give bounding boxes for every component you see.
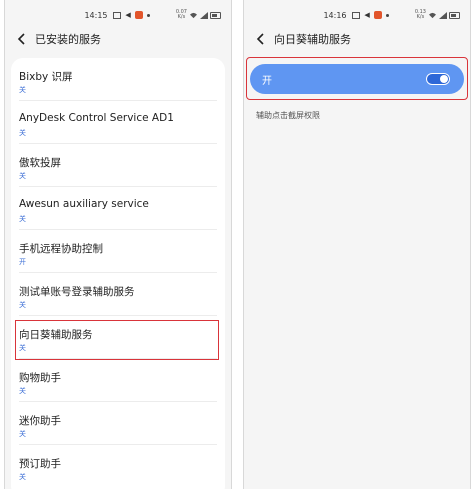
- page-title: 向日葵辅助服务: [274, 33, 351, 46]
- services-list: Bixby 识屏 关 AnyDesk Control Service AD1 关…: [11, 58, 225, 489]
- service-state: 关: [19, 430, 26, 438]
- status-time: 14:15: [84, 10, 108, 20]
- service-title: 测试单账号登录辅助服务: [19, 286, 135, 298]
- service-item-booking[interactable]: 预订助手 关: [11, 445, 225, 488]
- service-item-test-login[interactable]: 测试单账号登录辅助服务 关: [11, 273, 225, 316]
- wifi-icon: [429, 12, 436, 18]
- service-item-awesun[interactable]: Awesun auxiliary service 关: [11, 187, 225, 230]
- service-toggle-row[interactable]: 开: [250, 64, 464, 94]
- switch-knob: [440, 75, 448, 83]
- service-item-remote-assist[interactable]: 手机远程协助控制 开: [11, 230, 225, 273]
- service-state: 关: [19, 387, 26, 395]
- status-right: 0.13 K/s: [415, 8, 460, 22]
- service-state: 关: [19, 215, 26, 223]
- screenshot-canvas: 14:15 ◀ 0.07 K/s 已安装的服务 Bixby 识屏 关 AnyDe…: [0, 0, 474, 489]
- service-title: 购物助手: [19, 372, 61, 384]
- wifi-icon: [190, 12, 197, 18]
- signal-icon: [200, 11, 208, 19]
- service-title: AnyDesk Control Service AD1: [19, 112, 174, 124]
- service-item-mini[interactable]: 迷你助手 关: [11, 402, 225, 445]
- signal-icon: [439, 11, 447, 19]
- service-state: 关: [19, 344, 26, 352]
- network-speed: 0.07 K/s: [175, 9, 187, 20]
- app-notification-icon: [135, 11, 144, 19]
- app-bar: 向日葵辅助服务: [244, 28, 470, 50]
- app-notification-icon: [374, 11, 383, 19]
- status-bar: 14:16 ◀ 0.13 K/s: [244, 8, 470, 22]
- battery-icon: [449, 11, 460, 19]
- service-item-sunflower[interactable]: 向日葵辅助服务 关: [11, 316, 225, 359]
- service-state: 关: [19, 86, 26, 94]
- toggle-label: 开: [262, 75, 272, 87]
- service-state: 开: [19, 258, 26, 266]
- installed-services-screen: 14:15 ◀ 0.07 K/s 已安装的服务 Bixby 识屏 关 AnyDe…: [4, 0, 232, 489]
- sunflower-service-screen: 14:16 ◀ 0.13 K/s 向日葵辅助服务 开 辅助点击截屏权限: [243, 0, 471, 489]
- service-state: 关: [19, 301, 26, 309]
- service-title: 预订助手: [19, 458, 61, 470]
- page-title: 已安装的服务: [35, 33, 101, 46]
- navigation-arrow-icon: ◀: [364, 10, 370, 19]
- status-time: 14:16: [323, 10, 347, 20]
- more-notifications-dot-icon: [146, 13, 150, 17]
- service-description: 辅助点击截屏权限: [256, 111, 320, 120]
- network-speed: 0.13 K/s: [414, 9, 426, 20]
- service-item-anydesk[interactable]: AnyDesk Control Service AD1 关: [11, 101, 225, 144]
- service-title: 傲软投屏: [19, 157, 61, 169]
- status-bar: 14:15 ◀ 0.07 K/s: [5, 8, 231, 22]
- back-arrow-icon[interactable]: [250, 28, 272, 50]
- service-switch[interactable]: [426, 73, 450, 85]
- back-arrow-icon[interactable]: [11, 28, 33, 50]
- service-state: 关: [19, 473, 26, 481]
- battery-icon: [210, 11, 221, 19]
- service-title: Bixby 识屏: [19, 71, 73, 83]
- service-title: 手机远程协助控制: [19, 243, 103, 255]
- service-item-shopping[interactable]: 购物助手 关: [11, 359, 225, 402]
- service-title: 向日葵辅助服务: [19, 329, 93, 341]
- status-right: 0.07 K/s: [176, 8, 221, 22]
- service-item-bixby[interactable]: Bixby 识屏 关: [11, 58, 225, 101]
- service-title: Awesun auxiliary service: [19, 198, 149, 210]
- gallery-icon: [352, 11, 361, 19]
- gallery-icon: [113, 11, 122, 19]
- service-state: 关: [19, 129, 26, 137]
- service-title: 迷你助手: [19, 415, 61, 427]
- service-item-aoruan[interactable]: 傲软投屏 关: [11, 144, 225, 187]
- app-bar: 已安装的服务: [5, 28, 231, 50]
- service-state: 关: [19, 172, 26, 180]
- navigation-arrow-icon: ◀: [125, 10, 131, 19]
- more-notifications-dot-icon: [385, 13, 389, 17]
